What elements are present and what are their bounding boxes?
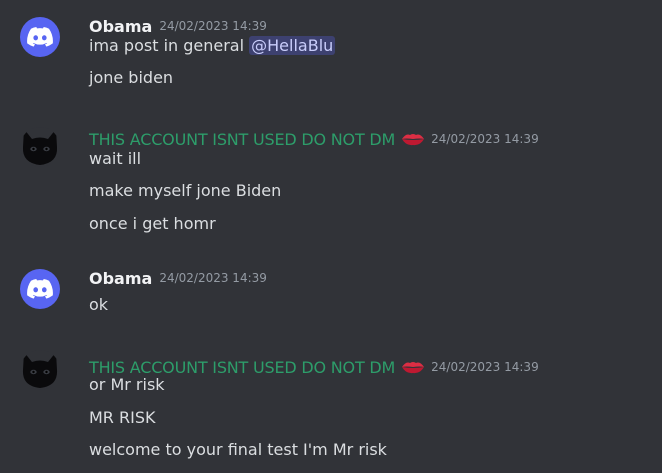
user-mention[interactable]: @HellaBlu <box>249 36 336 55</box>
black-cat-avatar <box>22 352 58 388</box>
message-line: ima post in general @HellaBlu <box>89 35 336 57</box>
discord-logo-icon <box>27 279 53 299</box>
message-text: ima post in general <box>89 36 250 55</box>
timestamp[interactable]: 24/02/2023 14:39 <box>159 271 267 285</box>
message-line: jone biden <box>89 68 174 87</box>
kiss-mark-icon <box>402 134 425 146</box>
message-line: MR RISK <box>89 408 156 427</box>
avatar[interactable] <box>20 17 60 57</box>
avatar[interactable] <box>20 269 60 309</box>
message-line: welcome to your final test I'm Mr risk <box>89 440 387 459</box>
username[interactable]: THIS ACCOUNT ISNT USED DO NOT DM <box>89 130 395 149</box>
discord-logo-icon <box>27 27 53 47</box>
black-cat-avatar <box>22 129 58 165</box>
timestamp[interactable]: 24/02/2023 14:39 <box>431 360 539 374</box>
kiss-mark-icon <box>402 362 425 374</box>
avatar[interactable] <box>20 350 60 390</box>
timestamp[interactable]: 24/02/2023 14:39 <box>431 132 539 146</box>
message-line: make myself jone Biden <box>89 181 282 200</box>
message-line: ok <box>89 295 109 314</box>
username[interactable]: Obama <box>89 269 152 288</box>
avatar[interactable] <box>20 127 60 167</box>
message-line: wait ill <box>89 149 142 168</box>
message-header: Obama 24/02/2023 14:39 <box>89 15 267 37</box>
message-header: THIS ACCOUNT ISNT USED DO NOT DM 24/02/2… <box>89 128 539 150</box>
timestamp[interactable]: 24/02/2023 14:39 <box>159 19 267 33</box>
chat-messages: Obama 24/02/2023 14:39 ima post in gener… <box>0 0 662 473</box>
message-line: or Mr risk <box>89 375 165 394</box>
message-line: once i get homr <box>89 214 216 233</box>
username[interactable]: Obama <box>89 17 152 36</box>
message-header: Obama 24/02/2023 14:39 <box>89 267 267 289</box>
